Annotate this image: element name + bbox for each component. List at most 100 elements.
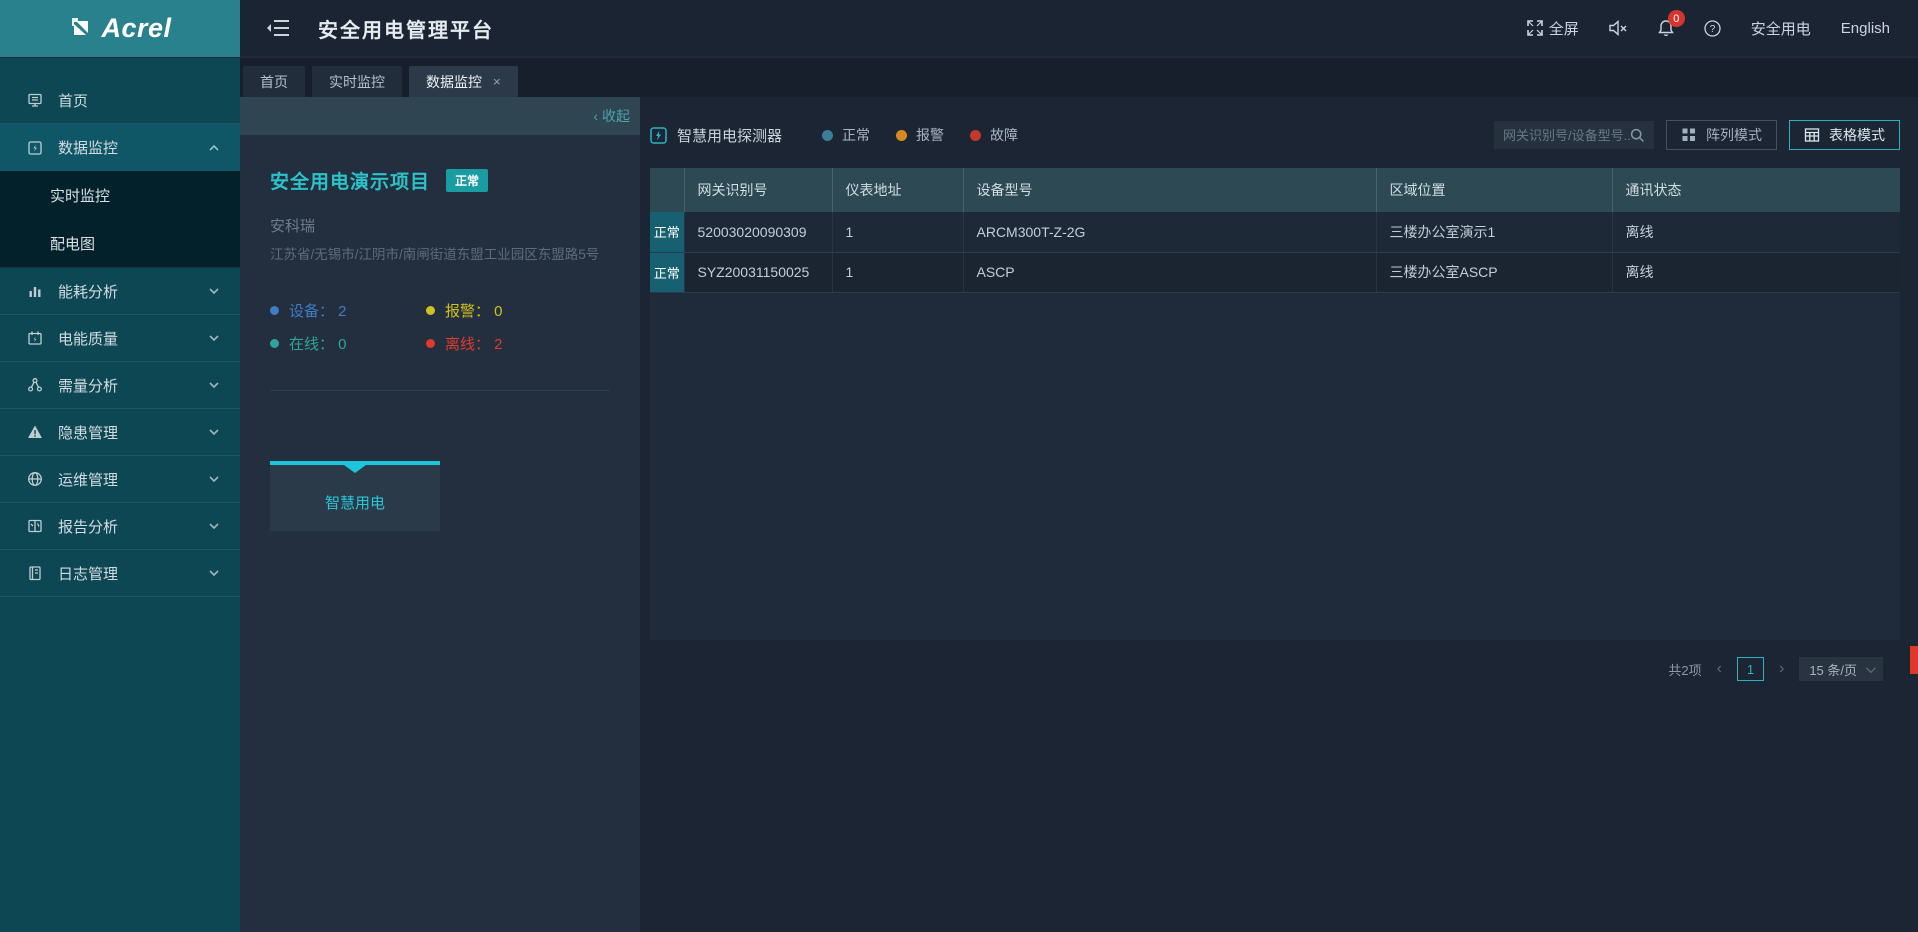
section-title: 智慧用电探测器 (677, 127, 783, 145)
speaker-mute-icon (1609, 20, 1627, 36)
table-row[interactable]: 正常 SYZ20031150025 1 ASCP 三楼办公室ASCP 离线 (650, 252, 1900, 293)
acrel-logo-icon (72, 18, 89, 35)
tab-bar: 首页 实时监控 数据监控 × (240, 58, 1918, 97)
search-box (1494, 121, 1654, 149)
scrollbar-thumb[interactable] (1910, 646, 1918, 674)
sidebar-collapse-button[interactable] (266, 19, 290, 37)
page-title: 安全用电管理平台 (318, 19, 494, 42)
tab-label: 首页 (260, 73, 288, 90)
stat-在线: 在线： 0 (270, 333, 426, 354)
project-status-badge: 正常 (446, 168, 489, 192)
sidebar-item-能耗分析[interactable]: 能耗分析 (0, 268, 240, 315)
project-address: 江苏省/无锡市/江阴市/南闸街道东盟工业园区东盟路5号 (270, 247, 600, 260)
header-actions: 全屏 0 ? 安全用电 English (1526, 10, 1918, 39)
home-icon (28, 93, 42, 107)
chevron-down-icon (209, 382, 219, 389)
sidebar-item-首页[interactable]: 首页 (0, 77, 240, 124)
fullscreen-icon (1526, 20, 1543, 36)
search-input[interactable] (1503, 127, 1630, 143)
operations-icon (28, 472, 42, 486)
stat-离线: 离线： 2 (426, 333, 610, 354)
sidebar-item-label: 需量分析 (58, 377, 119, 395)
panel-header-strip: ‹ 收起 (240, 97, 640, 135)
sidebar-item-label: 数据监控 (58, 140, 119, 157)
page-size-select[interactable]: 15 条/页 (1799, 657, 1883, 681)
sidebar-item-运维管理[interactable]: 运维管理 (0, 456, 240, 503)
device-stats: 设备： 2 报警： 0 在线： 0 离线： 2 (270, 300, 610, 354)
view-mode-buttons: 阵列模式 表格模式 (1654, 120, 1900, 150)
table-cell: ASCP (963, 252, 1377, 293)
sidebar-item-日志管理[interactable]: 日志管理 (0, 550, 240, 597)
table-cell: ARCM300T-Z-2G (963, 212, 1377, 253)
log-management-icon (29, 566, 41, 581)
legend-故障: 故障 (970, 125, 1018, 145)
status-legend: 正常 报警 故障 (822, 125, 1018, 145)
row-status-badge: 正常 (650, 252, 685, 293)
prev-page-button[interactable]: ‹ (1717, 661, 1722, 677)
collapse-menu-icon (267, 20, 289, 36)
project-title: 安全用电演示项目 (270, 171, 431, 193)
chevron-down-icon (209, 288, 219, 295)
sidebar-subitem-实时监控[interactable]: 实时监控 (0, 171, 240, 219)
notification-badge: 0 (1667, 10, 1685, 27)
column-header (650, 168, 685, 212)
sidebar-item-数据监控[interactable]: 数据监控 (0, 124, 240, 171)
tab-label: 实时监控 (329, 73, 385, 90)
energy-analysis-icon (29, 287, 41, 297)
tab-close-icon[interactable]: × (493, 74, 501, 89)
sidebar-item-label: 电能质量 (58, 330, 119, 348)
app-window: Acrel 安全用电管理平台 全屏 0 ? 安全用电 English 首页 数据… (0, 0, 1918, 932)
table-header-row: 网关识别号 仪表地址 设备型号 区域位置 通讯状态 (650, 168, 1900, 212)
sidebar-item-电能质量[interactable]: 电能质量 (0, 315, 240, 362)
main-content: 智慧用电探测器 正常 报警 故障 阵列模式 表格模式 网关识别号仪表地址设备型号 (640, 97, 1918, 932)
user-menu[interactable]: 安全用电 (1751, 18, 1811, 39)
language-switch[interactable]: English (1841, 20, 1890, 37)
row-status-badge: 正常 (650, 212, 685, 253)
chevron-down-icon (209, 429, 219, 436)
sidebar-item-label: 报告分析 (58, 518, 119, 536)
category-card-label: 智慧用电 (324, 495, 385, 512)
table-row[interactable]: 正常 52003020090309 1 ARCM300T-Z-2G 三楼办公室演示1 离线 (650, 212, 1900, 253)
mode-button-阵列模式[interactable]: 阵列模式 (1666, 120, 1777, 150)
stat-dot-icon (270, 306, 279, 315)
stat-设备: 设备： 2 (270, 300, 426, 321)
sidebar-item-label: 隐患管理 (58, 424, 119, 442)
chevron-down-icon (209, 570, 219, 577)
mode-button-表格模式[interactable]: 表格模式 (1789, 120, 1900, 150)
sidebar-item-需量分析[interactable]: 需量分析 (0, 362, 240, 409)
legend-正常: 正常 (822, 125, 870, 145)
fullscreen-label: 全屏 (1548, 20, 1579, 38)
table-cell: 三楼办公室演示1 (1376, 212, 1613, 253)
chevron-down-icon (209, 476, 219, 483)
sidebar-item-label: 日志管理 (58, 565, 119, 583)
next-page-button[interactable]: › (1779, 661, 1784, 677)
legend-报警: 报警 (896, 125, 944, 145)
stat-label: 离线： 2 (445, 336, 503, 353)
fullscreen-button[interactable]: 全屏 (1526, 18, 1579, 39)
help-button[interactable]: ? (1704, 19, 1721, 37)
sidebar-item-报告分析[interactable]: 报告分析 (0, 503, 240, 550)
stat-dot-icon (270, 339, 279, 348)
sidebar-item-label: 运维管理 (58, 471, 119, 489)
notifications-button[interactable]: 0 (1658, 10, 1685, 37)
mute-button[interactable] (1609, 20, 1628, 36)
tab-label: 数据监控 (426, 73, 482, 90)
collapse-panel-link[interactable]: ‹ 收起 (593, 106, 630, 126)
page-number[interactable]: 1 (1736, 657, 1764, 681)
top-header: Acrel 安全用电管理平台 全屏 0 ? 安全用电 English (0, 0, 1918, 58)
tab-首页[interactable]: 首页 (243, 66, 305, 97)
stat-dot-icon (426, 339, 435, 348)
sidebar-item-label: 首页 (58, 92, 89, 110)
hazard-management-icon (28, 425, 42, 438)
column-header: 仪表地址 (832, 168, 964, 212)
stat-dot-icon (426, 306, 435, 315)
category-card-smart-power[interactable]: 智慧用电 (270, 461, 440, 531)
sidebar-subitem-配电图[interactable]: 配电图 (0, 219, 240, 267)
sidebar-item-隐患管理[interactable]: 隐患管理 (0, 409, 240, 456)
tab-实时监控[interactable]: 实时监控 (312, 66, 402, 97)
data-monitor-icon (28, 140, 42, 155)
search-icon[interactable] (1630, 128, 1645, 143)
tab-数据监控[interactable]: 数据监控 × (409, 66, 518, 97)
table-cell: SYZ20031150025 (684, 252, 833, 293)
brand-logo: Acrel (0, 0, 240, 57)
